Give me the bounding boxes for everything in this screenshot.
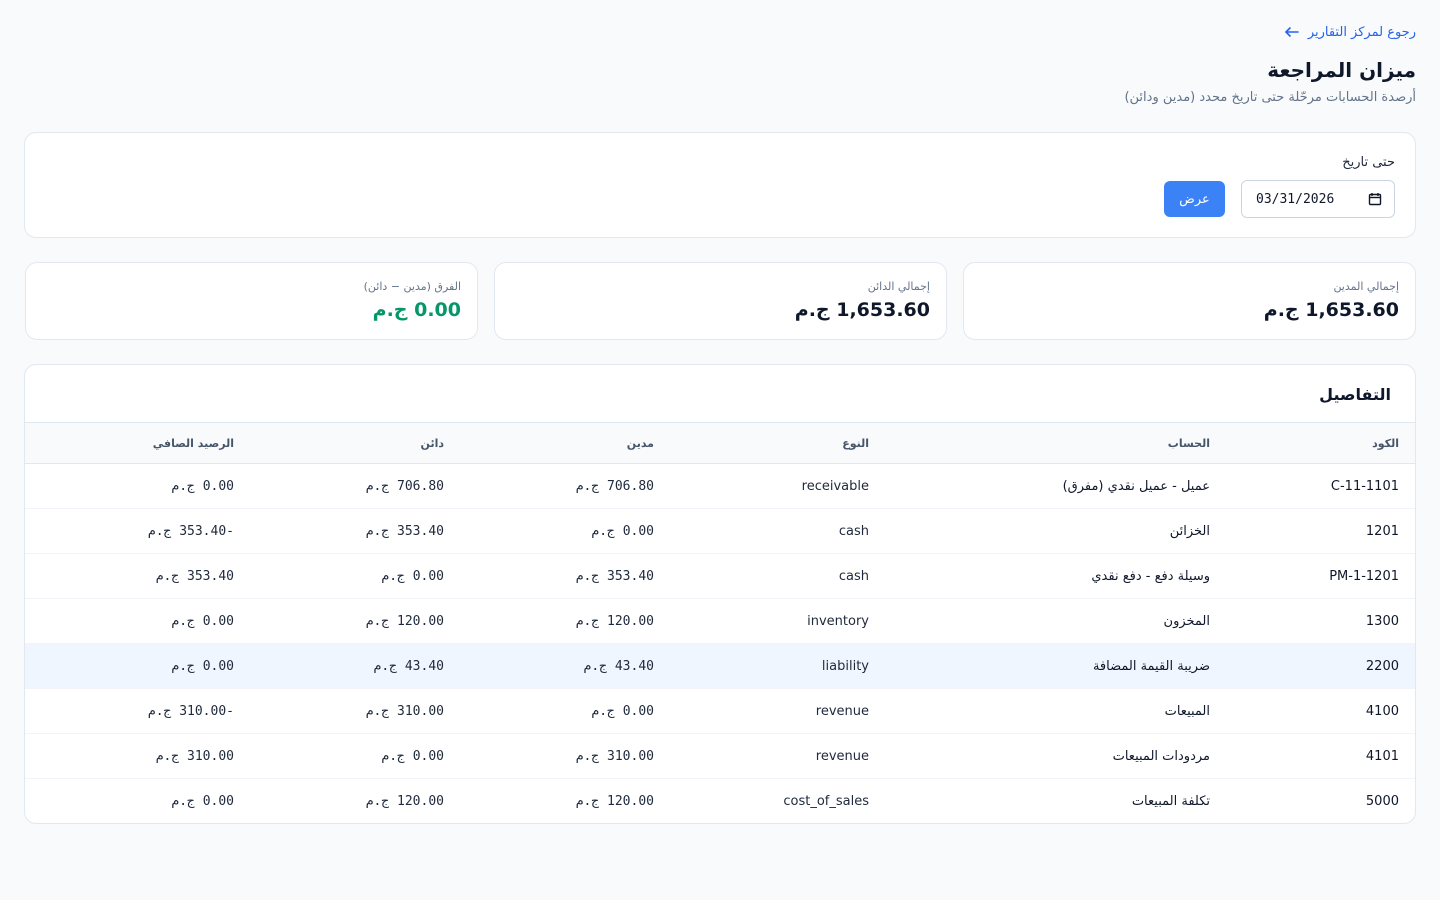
cell-debit: 43.40 ج.م [583,658,654,674]
cell-debit: 706.80 ج.م [575,478,654,494]
cell-net: -353.40 ج.م [147,523,234,539]
table-row[interactable]: 1300 المخزون inventory 120.00 ج.م 120.00… [25,599,1415,644]
table-row[interactable]: 4101 مردودات المبيعات revenue 310.00 ج.م… [25,734,1415,779]
table-row[interactable]: PM-1-1201 وسيلة دفع - دفع نقدي cash 353.… [25,554,1415,599]
column-header-debit: مدين [626,436,654,450]
page-title: ميزان المراجعة [1267,58,1416,82]
arrow-left-icon [1285,27,1299,37]
table-row[interactable]: 4100 المبيعات revenue 0.00 ج.م 310.00 ج.… [25,689,1415,734]
table-header: الكود الحساب النوع مدين دائن الرصيد الصا… [25,422,1415,464]
cell-code: 4101 [1365,748,1399,764]
cell-code: 1201 [1365,523,1399,539]
page-subtitle: أرصدة الحسابات مرحّلة حتى تاريخ محدد (مد… [1124,90,1416,105]
table-row[interactable]: C-11-1101 عميل - عميل نقدي (مفرق) receiv… [25,464,1415,509]
table-row[interactable]: 1201 الخزائن cash 0.00 ج.م 353.40 ج.م -3… [25,509,1415,554]
details-title: التفاصيل [1319,385,1391,404]
difference-label: الفرق (مدين − دائن) [363,280,461,293]
back-to-reports-link[interactable]: رجوع لمركز التقارير [1284,24,1416,40]
cell-code: 1300 [1365,613,1399,629]
cell-net: 0.00 ج.م [171,613,234,629]
cell-credit: 0.00 ج.م [381,748,444,764]
cell-debit: 310.00 ج.م [575,748,654,764]
cell-type: receivable [801,478,869,494]
column-header-credit: دائن [420,436,444,450]
cell-credit: 706.80 ج.م [365,478,444,494]
cell-type: revenue [815,748,869,764]
cell-code: PM-1-1201 [1329,568,1399,584]
cell-type: cash [838,523,869,539]
back-link-label: رجوع لمركز التقارير [1307,24,1416,40]
cell-code: 2200 [1365,658,1399,674]
cell-credit: 120.00 ج.م [365,794,444,809]
filter-card: حتى تاريخ 03/31/2026 عرض [24,132,1416,238]
total-credit-label: إجمالي الدائن [867,280,930,293]
cell-code: 5000 [1365,794,1399,809]
cell-account: ضريبة القيمة المضافة [1092,658,1210,674]
cell-credit: 353.40 ج.م [365,523,444,539]
column-header-type: النوع [842,436,869,450]
cell-net: 0.00 ج.م [171,658,234,674]
cell-net: 0.00 ج.م [171,794,234,809]
total-credit-value: 1,653.60 ج.م [794,299,930,321]
cell-credit: 310.00 ج.م [365,703,444,719]
column-header-net: الرصيد الصافي [152,436,234,450]
cell-net: 310.00 ج.م [155,748,234,764]
cell-type: inventory [807,613,869,629]
date-filter-label: حتى تاريخ [1342,155,1395,170]
column-header-code: الكود [1372,436,1399,450]
cell-type: revenue [815,703,869,719]
cell-debit: 353.40 ج.م [575,568,654,584]
trial-balance-table: الكود الحساب النوع مدين دائن الرصيد الصا… [25,422,1415,823]
calendar-icon[interactable] [1368,192,1382,206]
cell-credit: 120.00 ج.م [365,613,444,629]
cell-type: cash [838,568,869,584]
table-row[interactable]: 5000 تكلفة المبيعات cost_of_sales 120.00… [25,779,1415,823]
cell-account: مردودات المبيعات [1112,748,1210,764]
show-button[interactable]: عرض [1164,181,1225,217]
difference-card: الفرق (مدين − دائن) 0.00 ج.م [25,262,478,340]
cell-type: liability [821,658,869,674]
cell-account: الخزائن [1169,523,1210,539]
cell-net: 353.40 ج.م [155,568,234,584]
cell-debit: 120.00 ج.م [575,794,654,809]
cell-account: تكلفة المبيعات [1131,794,1210,809]
column-header-account: الحساب [1167,436,1210,450]
total-debit-value: 1,653.60 ج.م [1263,299,1399,321]
difference-value: 0.00 ج.م [372,299,461,321]
cell-net: -310.00 ج.م [147,703,234,719]
cell-net: 0.00 ج.م [171,478,234,494]
date-input[interactable]: 03/31/2026 [1241,180,1395,218]
cell-type: cost_of_sales [783,794,869,809]
cell-debit: 0.00 ج.م [591,703,654,719]
details-card: التفاصيل الكود الحساب النوع مدين دائن ال… [24,364,1416,824]
cell-credit: 0.00 ج.م [381,568,444,584]
cell-account: وسيلة دفع - دفع نقدي [1091,568,1210,584]
cell-account: المبيعات [1164,703,1210,719]
cell-account: عميل - عميل نقدي (مفرق) [1062,478,1210,494]
cell-credit: 43.40 ج.م [373,658,444,674]
total-debit-label: إجمالي المدين [1333,280,1399,293]
cell-account: المخزون [1163,613,1210,629]
cell-code: C-11-1101 [1330,478,1399,494]
cell-debit: 120.00 ج.م [575,613,654,629]
table-row-highlighted[interactable]: 2200 ضريبة القيمة المضافة liability 43.4… [25,644,1415,689]
total-credit-card: إجمالي الدائن 1,653.60 ج.م [494,262,947,340]
total-debit-card: إجمالي المدين 1,653.60 ج.م [963,262,1416,340]
cell-code: 4100 [1365,703,1399,719]
date-input-value: 03/31/2026 [1256,191,1335,207]
cell-debit: 0.00 ج.م [591,523,654,539]
